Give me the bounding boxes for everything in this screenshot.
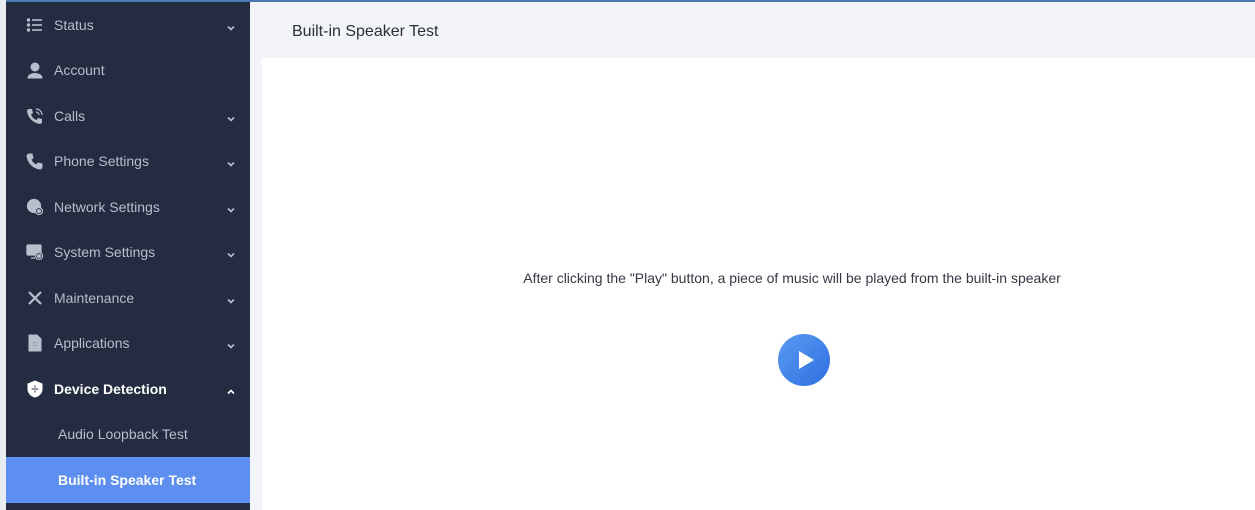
page-header: Built-in Speaker Test — [250, 2, 1255, 58]
shield-plus-icon — [26, 380, 44, 398]
phone-icon — [26, 152, 44, 170]
chevron-down-icon — [226, 111, 236, 122]
sidebar-item-applications[interactable]: Applications — [6, 321, 250, 367]
sidebar-item-label: Maintenance — [54, 289, 135, 306]
sidebar-item-status[interactable]: Status — [6, 2, 250, 48]
sidebar: Status Account Calls Phone Settings Netw… — [6, 2, 250, 510]
main-content: After clicking the "Play" button, a piec… — [262, 58, 1255, 510]
sidebar-item-label: Applications — [54, 335, 130, 352]
sidebar-subitem-label: Audio Loopback Test — [58, 426, 188, 443]
sidebar-item-label: Device Detection — [54, 380, 167, 397]
sidebar-item-device-detection[interactable]: Device Detection — [6, 366, 250, 412]
play-button[interactable] — [778, 334, 830, 386]
chevron-up-icon — [226, 384, 236, 394]
sidebar-item-label: Account — [54, 62, 105, 79]
sidebar-item-label: System Settings — [54, 244, 156, 261]
sidebar-item-maintenance[interactable]: Maintenance — [6, 275, 250, 321]
chevron-down-icon — [226, 20, 236, 31]
chevron-down-icon — [226, 293, 236, 304]
sidebar-subitem-audio-loopback-test[interactable]: Audio Loopback Test — [6, 412, 250, 458]
list-icon — [26, 16, 44, 34]
play-icon — [799, 351, 814, 369]
sidebar-subitem-label: Built-in Speaker Test — [58, 471, 197, 488]
instruction-text: After clicking the "Play" button, a piec… — [523, 270, 1061, 286]
user-icon — [26, 61, 44, 79]
sidebar-item-label: Status — [54, 16, 94, 33]
chevron-down-icon — [226, 247, 236, 258]
document-icon — [26, 334, 44, 352]
sidebar-item-label: Phone Settings — [54, 153, 149, 170]
chevron-down-icon — [226, 202, 236, 213]
tools-icon — [26, 289, 44, 307]
sidebar-item-network-settings[interactable]: Network Settings — [6, 184, 250, 230]
sidebar-item-label: Network Settings — [54, 198, 160, 215]
sidebar-subitem-built-in-speaker-test[interactable]: Built-in Speaker Test — [6, 457, 250, 503]
phone-ring-icon — [26, 107, 44, 125]
chevron-down-icon — [226, 156, 236, 167]
sidebar-item-label: Calls — [54, 107, 86, 124]
screen-gear-icon — [26, 243, 44, 261]
page-title: Built-in Speaker Test — [292, 23, 439, 40]
sidebar-item-system-settings[interactable]: System Settings — [6, 230, 250, 276]
sidebar-item-account[interactable]: Account — [6, 48, 250, 94]
sidebar-item-phone-settings[interactable]: Phone Settings — [6, 139, 250, 185]
chevron-down-icon — [226, 338, 236, 349]
globe-gear-icon — [26, 198, 44, 216]
sidebar-item-calls[interactable]: Calls — [6, 93, 250, 139]
